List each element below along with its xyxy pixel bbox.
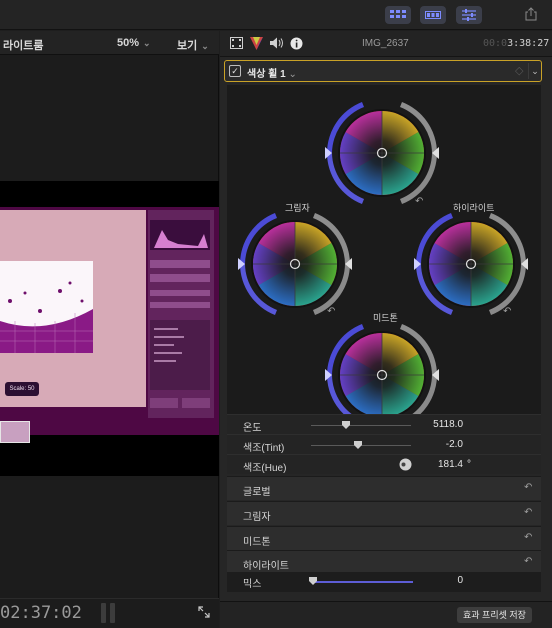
- chevron-down-icon: ⌄: [201, 41, 209, 51]
- play-control[interactable]: [101, 603, 117, 623]
- hue-value[interactable]: 181.4: [423, 459, 463, 470]
- master-wheel[interactable]: [324, 101, 440, 205]
- keyframe-diamond-icon[interactable]: ◇: [515, 64, 523, 77]
- shadows-wheel-label: 그림자: [285, 203, 310, 213]
- inspector-adjust-icon[interactable]: [456, 6, 482, 24]
- hue-unit: °: [467, 459, 471, 470]
- viewer-footer: 02:37:02: [0, 598, 219, 628]
- effect-selector[interactable]: ✓ 색상 휠 1 ⌄ ◇ ⌄: [224, 60, 542, 82]
- mix-slider-track[interactable]: [313, 581, 413, 583]
- effect-enable-checkbox[interactable]: ✓: [229, 65, 241, 77]
- reset-icon[interactable]: ↶: [415, 196, 423, 207]
- inspector-footer: 효과 프리셋 저장: [220, 601, 552, 628]
- effect-name: 색상 휠 1 ⌄: [247, 65, 297, 80]
- temperature-slider-track[interactable]: [311, 425, 411, 426]
- save-effects-preset-button[interactable]: 효과 프리셋 저장: [457, 607, 532, 623]
- tint-row: 색조(Tint) -2.0: [227, 434, 541, 454]
- section-highlights[interactable]: 하이라이트 ↶: [227, 550, 541, 574]
- temperature-row: 온도 5118.0: [227, 414, 541, 434]
- video-frame: Scale: 50: [0, 207, 219, 443]
- reset-icon[interactable]: ↶: [524, 482, 532, 493]
- fullscreen-icon[interactable]: [198, 606, 210, 621]
- chevron-down-icon: ⌄: [143, 38, 151, 48]
- timeline-layout-icon[interactable]: [420, 6, 446, 24]
- top-toolbar: [0, 0, 552, 30]
- highlights-wheel-label: 하이라이트: [453, 203, 495, 213]
- temperature-label: 온도: [243, 423, 262, 434]
- section-global[interactable]: 글로벌 ↶: [227, 476, 541, 500]
- color-wheels-area: 그림자 하이라이트 미드톤 ↶ ↶ ↶: [227, 85, 541, 427]
- section-label: 미드톤: [243, 537, 271, 548]
- color-wheels: [237, 101, 529, 427]
- effect-name-label: 색상 휠 1: [247, 69, 286, 80]
- viewer-panel: 라이트룸 50% ⌄ 보기 ⌄ Scale: 50 02:37:02: [0, 31, 219, 628]
- section-label: 글로벌: [243, 487, 271, 498]
- frame-image-sheet: [0, 261, 93, 353]
- section-label: 하이라이트: [243, 561, 289, 572]
- reset-icon[interactable]: ↶: [503, 306, 511, 317]
- reset-icon[interactable]: ↶: [524, 507, 532, 518]
- reset-icon[interactable]: ↶: [524, 556, 532, 567]
- library-label: 라이트룸: [3, 40, 44, 52]
- clip-name: IMG_2637: [362, 38, 409, 49]
- midtones-wheel-label: 미드톤: [373, 313, 398, 323]
- share-icon[interactable]: [525, 7, 537, 24]
- zoom-value: 50%: [117, 37, 140, 49]
- mix-value[interactable]: 0: [423, 575, 463, 586]
- hue-row: 색조(Hue) 181.4 °: [227, 454, 541, 474]
- mix-slider-knob[interactable]: [309, 577, 317, 585]
- mix-row: 믹스 0: [227, 572, 541, 592]
- color-inspector-icon[interactable]: [250, 37, 263, 53]
- shadows-wheel[interactable]: [237, 212, 353, 316]
- video-film-icon[interactable]: [230, 37, 243, 52]
- overlay-chip: Scale: 50: [5, 382, 39, 396]
- inspector-header: IMG_2637 00:03:38:27: [220, 31, 552, 57]
- highlights-wheel[interactable]: [413, 212, 529, 316]
- clip-duration-dim: 00:0: [483, 38, 508, 49]
- midtones-wheel[interactable]: [324, 323, 440, 427]
- temperature-value[interactable]: 5118.0: [423, 419, 463, 430]
- audio-speaker-icon[interactable]: [270, 37, 284, 52]
- viewer-canvas[interactable]: Scale: 50: [0, 181, 219, 476]
- section-midtones[interactable]: 미드톤 ↶: [227, 526, 541, 550]
- clip-duration-value: 3:38:27: [507, 38, 550, 49]
- frame-thumbnail: [0, 421, 30, 443]
- browser-layout-icon[interactable]: [385, 6, 411, 24]
- hue-dial[interactable]: [399, 458, 412, 471]
- viewer-header: 라이트룸 50% ⌄ 보기 ⌄: [0, 31, 219, 55]
- hue-label: 색조(Hue): [243, 463, 287, 474]
- view-menu-label: 보기: [177, 40, 198, 52]
- section-label: 그림자: [243, 512, 271, 523]
- zoom-menu[interactable]: 50% ⌄: [117, 37, 151, 49]
- mix-label: 믹스: [243, 579, 262, 590]
- tint-slider-knob[interactable]: [354, 441, 362, 449]
- info-icon[interactable]: [290, 37, 303, 53]
- chevron-down-icon: ⌄: [288, 69, 297, 80]
- tint-label: 색조(Tint): [243, 443, 285, 454]
- frame-image-area: Scale: 50: [0, 210, 146, 407]
- view-menu[interactable]: 보기 ⌄: [177, 37, 209, 53]
- section-shadows[interactable]: 그림자 ↶: [227, 501, 541, 525]
- inspector-panel: IMG_2637 00:03:38:27 ✓ 색상 휠 1 ⌄ ◇ ⌄ 그림자 …: [220, 31, 552, 628]
- reset-icon[interactable]: ↶: [524, 532, 532, 543]
- playhead-timecode: 02:37:02: [0, 603, 82, 623]
- reset-icon[interactable]: ↶: [327, 306, 335, 317]
- frame-side-panel: [148, 210, 214, 418]
- clip-duration: 00:03:38:27: [483, 38, 549, 49]
- temperature-slider-knob[interactable]: [342, 421, 350, 429]
- chevron-down-icon[interactable]: ⌄: [528, 63, 541, 79]
- tint-value[interactable]: -2.0: [423, 439, 463, 450]
